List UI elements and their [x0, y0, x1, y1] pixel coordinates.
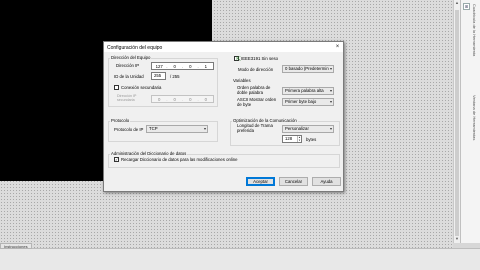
accept-button[interactable]: Aceptar — [246, 177, 275, 186]
side-panel-title[interactable]: Cuadrícula de la Herramienta — [472, 4, 477, 56]
bytes-spinner[interactable]: 128 ▲ ▼ — [282, 135, 302, 143]
close-icon[interactable]: × — [334, 44, 341, 50]
frame-length-value: Personalizar — [285, 126, 309, 131]
ip-label: Dirección IP — [116, 63, 140, 68]
help-button[interactable]: Ayuda — [312, 177, 341, 186]
reload-dictionary-checkbox[interactable]: ✓ — [114, 157, 119, 162]
secondary-ip-field[interactable]: 0 . 0 . 0 . 0 — [151, 95, 214, 103]
status-bar — [0, 248, 480, 270]
spinner-arrows-icon[interactable]: ▲ ▼ — [297, 136, 301, 142]
bottom-tab[interactable]: Instrucciones — [0, 243, 32, 249]
vertical-scrollbar[interactable]: ▲ ▼ — [453, 0, 460, 243]
secondary-connection-checkbox[interactable] — [114, 85, 119, 90]
secondary-ip-label: Dirección IP secundaria — [117, 94, 137, 102]
variables-group-title: Variables — [232, 78, 252, 83]
ascii-order-select[interactable]: Primer byte bajo ▾ — [282, 98, 334, 106]
frame-length-label: Longitud de Trama preferida — [237, 123, 273, 133]
address-mode-label: Modo de dirección — [238, 67, 274, 72]
address-group-title: Dirección del Equipo — [110, 55, 152, 60]
side-panel-subtitle[interactable]: Ventana de Herramientas — [472, 95, 477, 140]
chevron-down-icon: ▾ — [329, 88, 332, 93]
unit-id-label: ID de la Unidad — [114, 74, 144, 79]
unit-id-range: / 255 — [170, 74, 180, 79]
ascii-order-label: ASCII Mostrar orden de byte — [237, 97, 277, 107]
chevron-down-icon: ▾ — [329, 99, 332, 104]
pin-icon[interactable]: ⊞ — [463, 3, 470, 10]
dialog-title: Configuración del equipo — [107, 45, 163, 51]
reload-dictionary-label: Recargar Diccionario de datos para las m… — [121, 157, 238, 162]
word-order-label: Orden palabra de doble palabra — [237, 85, 271, 95]
secondary-connection-label: Conexión secundaria — [121, 85, 162, 90]
ip-octet-1[interactable]: 127 — [152, 64, 166, 69]
ieee-label: IEEE3191 Sin seso — [241, 56, 279, 61]
secondary-ip-octet-2: 0 — [173, 96, 176, 102]
chevron-down-icon: ▾ — [329, 126, 332, 131]
cancel-button[interactable]: Cancelar — [279, 177, 308, 186]
frame-length-select[interactable]: Personalizar ▾ — [282, 125, 334, 133]
chevron-down-icon: ▾ — [329, 66, 332, 71]
ip-octet-3[interactable]: 0 — [183, 64, 197, 69]
ip-protocol-label: Protocolo de IP — [114, 127, 144, 132]
scroll-thumb[interactable] — [455, 10, 459, 236]
secondary-ip-octet-4: 0 — [204, 96, 207, 102]
unit-id-input[interactable]: 255 — [151, 72, 166, 80]
bytes-value: 128 — [285, 136, 293, 141]
ip-protocol-select[interactable]: TCP ▾ — [146, 125, 208, 133]
mouse-cursor-icon: ⇱ — [236, 57, 242, 63]
ascii-order-value: Primer byte bajo — [285, 99, 317, 104]
equipment-config-dialog: Configuración del equipo × Dirección del… — [103, 41, 344, 192]
ip-octet-2[interactable]: 0 — [168, 64, 182, 69]
data-dictionary-group-title: Administración del Diccionario de datos — [110, 151, 188, 156]
secondary-ip-octet-3: 0 — [189, 96, 192, 102]
word-order-value: Primera palabra alta — [285, 88, 324, 93]
protocol-group-title: Protocolo — [110, 118, 131, 123]
word-order-select[interactable]: Primera palabra alta ▾ — [282, 87, 334, 95]
chevron-down-icon: ▾ — [203, 126, 206, 131]
address-mode-select[interactable]: 0 basado (Predetermin ▾ — [282, 65, 334, 73]
ip-address-field[interactable]: 127 . 0 . 0 . 1 — [151, 62, 214, 70]
ip-protocol-value: TCP — [149, 126, 158, 131]
dialog-titlebar[interactable]: Configuración del equipo × — [104, 42, 343, 52]
address-mode-value: 0 basado (Predetermin — [285, 66, 329, 71]
ip-octet-4[interactable]: 1 — [199, 64, 213, 69]
bytes-unit: bytes — [306, 137, 317, 142]
secondary-ip-octet-1: 0 — [158, 96, 161, 102]
right-tool-panel: ⊞ Cuadrícula de la Herramienta Ventana d… — [460, 0, 480, 243]
